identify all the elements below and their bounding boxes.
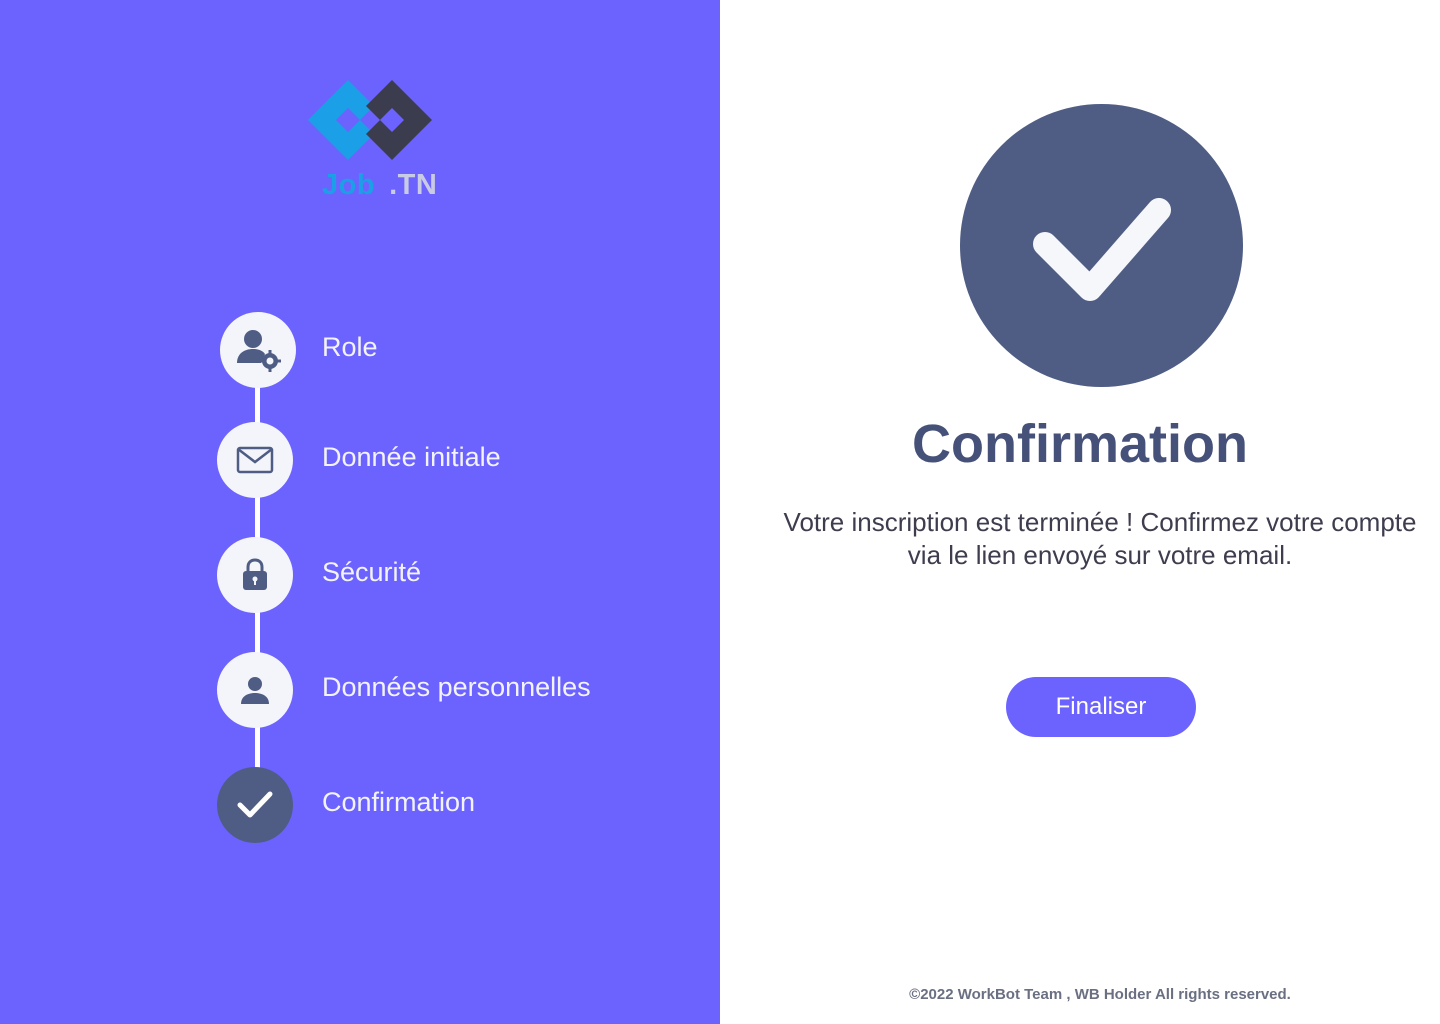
envelope-icon — [217, 422, 293, 498]
user-gear-icon — [220, 312, 296, 388]
step-label-personal-data: Données personnelles — [322, 672, 591, 702]
footer-copyright: ©2022 WorkBot Team , WB Holder All right… — [909, 986, 1291, 1003]
step-security[interactable]: Sécurité — [217, 537, 677, 613]
step-label-role: Role — [322, 332, 378, 362]
step-initial-data[interactable]: Donnée initiale — [217, 422, 677, 498]
finalize-button[interactable]: Finaliser — [1006, 677, 1196, 737]
step-confirmation[interactable]: Confirmation — [217, 767, 677, 843]
step-personal-data[interactable]: Données personnelles — [217, 652, 677, 728]
step-role[interactable]: Role — [217, 312, 677, 388]
page-title: Confirmation — [912, 414, 1248, 474]
brand-name-job: Job — [322, 169, 376, 201]
brand-name-tn: .TN — [389, 169, 438, 201]
confirmation-message: Votre inscription est terminée ! Confirm… — [783, 507, 1417, 570]
lock-icon — [217, 537, 293, 613]
step-label-security: Sécurité — [322, 557, 422, 587]
sidebar-panel: Job .TN Role Donnée initiale Sécurité Do… — [0, 0, 720, 1024]
logo-mark-icon — [308, 80, 432, 160]
brand-logo: Job .TN — [300, 70, 450, 210]
checkmark-icon — [217, 767, 293, 843]
main-panel: Confirmation Votre inscription est termi… — [720, 0, 1440, 1024]
step-label-confirmation: Confirmation — [322, 787, 476, 817]
brand-name: Job .TN — [322, 169, 437, 202]
success-check-icon — [960, 104, 1243, 387]
step-label-initial-data: Donnée initiale — [322, 442, 501, 472]
person-icon — [217, 652, 293, 728]
